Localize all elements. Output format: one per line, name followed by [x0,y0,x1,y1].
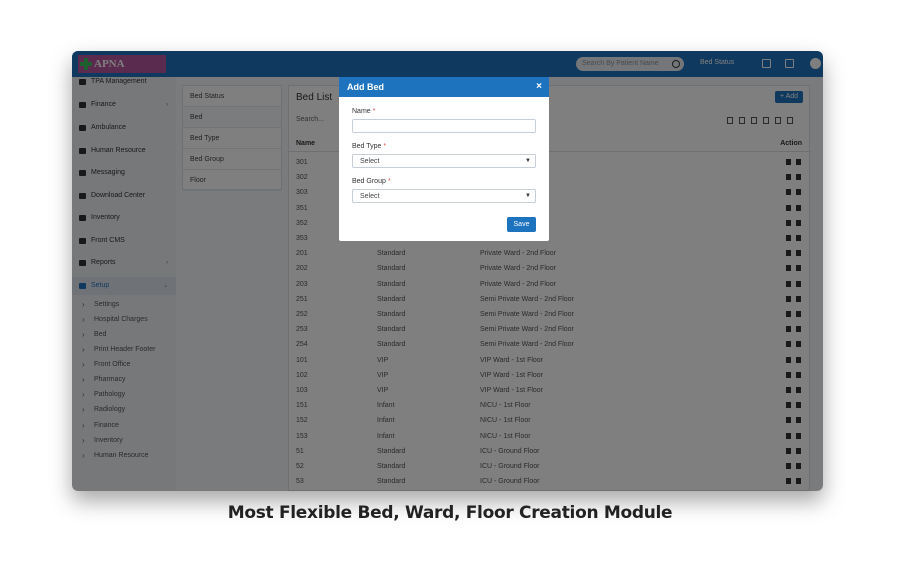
bed-group-label: Bed Group * [352,178,391,185]
app-window: APNA HOSPITAL Search By Patient Name Bed… [72,51,823,491]
add-bed-modal: Add Bed × Name * Bed Type * Select ▼ Bed … [339,77,549,241]
bed-type-label: Bed Type * [352,143,386,150]
modal-title: Add Bed [347,82,384,92]
name-label: Name * [352,108,375,115]
dropdown-arrow-icon: ▼ [525,158,531,164]
required-mark: * [372,108,376,115]
bed-type-label-text: Bed Type [352,143,382,150]
close-icon[interactable]: × [536,77,542,97]
required-mark: * [383,143,387,150]
bed-group-select[interactable]: Select ▼ [352,189,536,203]
bed-type-select[interactable]: Select ▼ [352,154,536,168]
name-field[interactable] [352,119,536,133]
name-label-text: Name [352,108,371,115]
bed-type-select-value: Select [360,158,380,165]
save-button[interactable]: Save [507,217,536,232]
modal-header: Add Bed × [339,77,549,97]
bed-group-label-text: Bed Group [352,178,386,185]
required-mark: * [387,178,391,185]
caption-text: Most Flexible Bed, Ward, Floor Creation … [227,503,673,523]
bed-group-select-value: Select [360,193,380,200]
dropdown-arrow-icon: ▼ [525,193,531,199]
